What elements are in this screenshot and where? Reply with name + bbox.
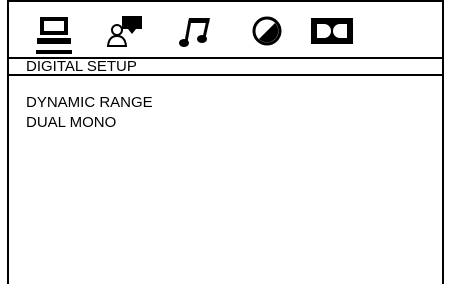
audio-setup-icon[interactable] xyxy=(179,14,213,50)
setup-icon-bar xyxy=(9,2,442,57)
menu-item-dual-mono[interactable]: DUAL MONO xyxy=(26,113,153,133)
page-title-bar: DIGITAL SETUP xyxy=(9,57,442,76)
general-setup-icon[interactable] xyxy=(36,14,72,54)
dolby-digital-icon[interactable] xyxy=(310,14,354,50)
speaker-setup-icon[interactable] xyxy=(106,14,146,50)
menu-item-dynamic-range[interactable]: DYNAMIC RANGE xyxy=(26,93,153,113)
setup-menu-frame: DIGITAL SETUP DYNAMIC RANGE DUAL MONO xyxy=(7,0,444,284)
page-title: DIGITAL SETUP xyxy=(26,58,137,75)
digital-setup-menu: DYNAMIC RANGE DUAL MONO xyxy=(26,93,153,133)
preferences-icon[interactable] xyxy=(251,14,283,50)
